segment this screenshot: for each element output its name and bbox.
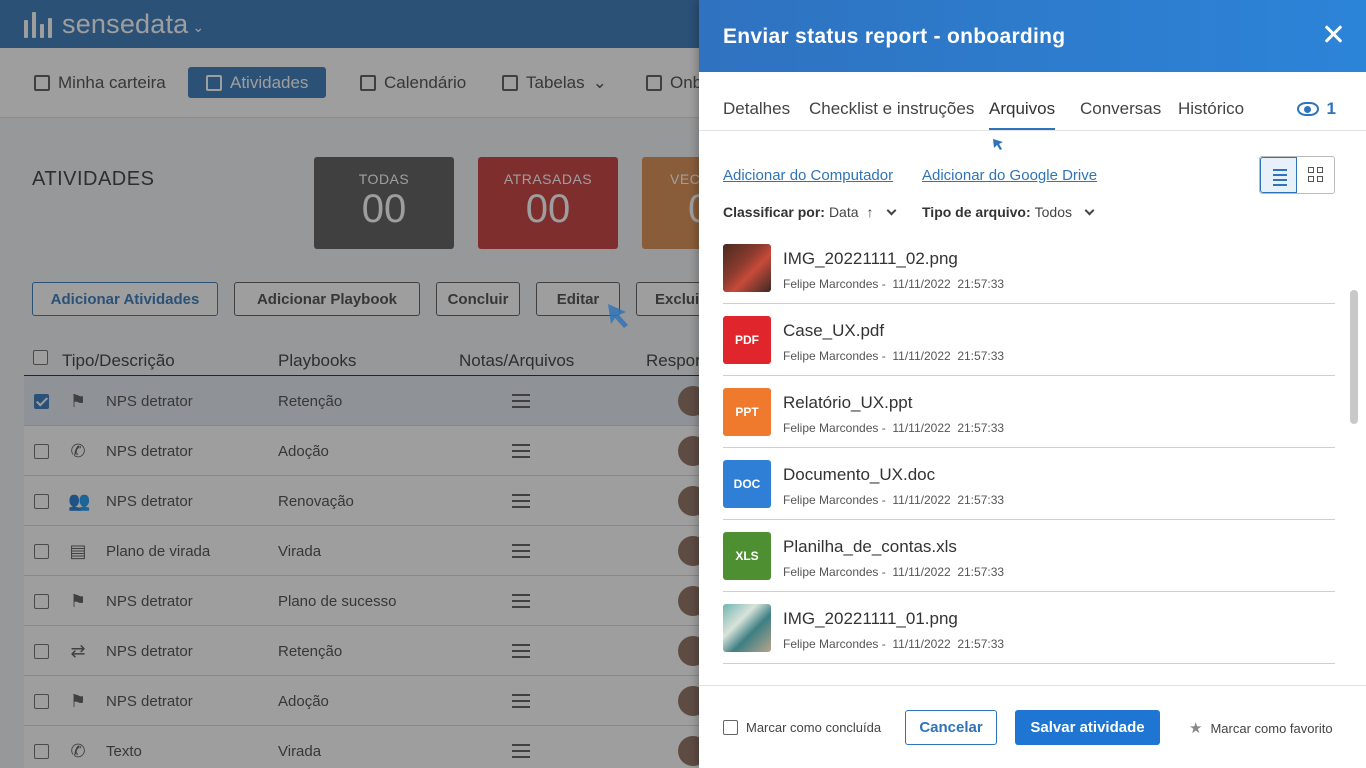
eye-icon [1296,102,1319,116]
tab-checklist[interactable]: Checklist e instruções [809,99,974,128]
watchers-count: 1 [1326,99,1336,118]
chevron-down-icon [886,205,896,215]
image-thumbnail[interactable] [723,604,771,652]
favorite-label: Marcar como favorito [1210,720,1333,736]
file-meta: Felipe Marcondes - 11/11/2022 21:57:33 [783,493,1004,507]
file-type-filter[interactable]: Tipo de arquivo: Todos [922,204,1095,220]
sort-value: Data [828,204,859,220]
file-meta: Felipe Marcondes - 11/11/2022 21:57:33 [783,277,1004,291]
file-author: Felipe Marcondes - [783,421,886,435]
file-meta: Felipe Marcondes - 11/11/2022 21:57:33 [783,637,1004,651]
file-author: Felipe Marcondes - [783,493,886,507]
type-value: Todos [1034,204,1072,220]
xls-file-icon[interactable]: XLS [723,532,771,580]
file-list-scrollbar[interactable] [1350,290,1358,424]
doc-file-icon[interactable]: DOC [723,460,771,508]
tab-conversas[interactable]: Conversas [1080,99,1161,128]
file-date: 11/11/2022 21:57:33 [892,637,1005,651]
tab-historico[interactable]: Histórico [1178,99,1244,128]
file-author: Felipe Marcondes - [783,349,886,363]
mark-done-checkbox[interactable] [723,720,738,735]
file-name[interactable]: Documento_UX.doc [783,465,935,485]
cursor-arrow-icon [608,304,628,328]
tab-detalhes[interactable]: Detalhes [723,99,790,128]
cancel-button[interactable]: Cancelar [905,710,997,745]
view-toggle [1259,156,1335,194]
file-meta: Felipe Marcondes - 11/11/2022 21:57:33 [783,565,1004,579]
file-item[interactable]: PPT Relatório_UX.ppt Felipe Marcondes - 11… [723,376,1335,448]
type-label: Tipo de arquivo: [922,204,1031,220]
file-name[interactable]: Case_UX.pdf [783,321,884,341]
list-view-icon[interactable] [1260,157,1298,193]
sort-direction-icon[interactable]: ↑ [867,204,874,220]
file-list: IMG_20221111_02.png Felipe Marcondes - 11… [723,232,1335,664]
grid-view-icon[interactable] [1297,157,1334,193]
image-thumbnail[interactable] [723,244,771,292]
pdf-file-icon[interactable]: PDF [723,316,771,364]
watchers-button[interactable]: 1 [1296,99,1336,119]
file-item[interactable]: PDF Case_UX.pdf Felipe Marcondes - 11/11/2… [723,304,1335,376]
star-icon: ★ [1189,720,1203,737]
file-item[interactable]: XLS Planilha_de_contas.xls Felipe Marconde… [723,520,1335,592]
ppt-file-icon[interactable]: PPT [723,388,771,436]
mark-done-label[interactable]: Marcar como concluída [746,720,881,735]
cursor-arrow-icon [993,139,1003,150]
file-author: Felipe Marcondes - [783,277,886,291]
file-author: Felipe Marcondes - [783,565,886,579]
tab-arquivos[interactable]: Arquivos [989,99,1056,130]
file-date: 11/11/2022 21:57:33 [892,277,1005,291]
add-from-drive-link[interactable]: Adicionar do Google Drive [922,167,1097,184]
file-date: 11/11/2022 21:57:33 [892,421,1005,435]
status-report-drawer: Enviar status report - onboarding Detalh… [699,0,1366,768]
drawer-footer: Marcar como concluída Cancelar Salvar at… [699,685,1366,768]
drawer-header: Enviar status report - onboarding [699,0,1366,72]
file-item[interactable]: IMG_20221111_01.png Felipe Marcondes - 11… [723,592,1335,664]
file-name[interactable]: Planilha_de_contas.xls [783,537,957,557]
file-date: 11/11/2022 21:57:33 [892,565,1005,579]
file-date: 11/11/2022 21:57:33 [892,493,1005,507]
drawer-title: Enviar status report - onboarding [723,25,1066,48]
file-name[interactable]: IMG_20221111_02.png [783,249,958,269]
favorite-button[interactable]: ★ Marcar como favorito [1189,719,1333,737]
app-root: sensedata ⌄ Minha carteira Atividades Ca… [0,0,1366,768]
file-item[interactable]: DOC Documento_UX.doc Felipe Marcondes - 11… [723,448,1335,520]
save-activity-button[interactable]: Salvar atividade [1015,710,1160,745]
sort-control[interactable]: Classificar por: Data ↑ [723,204,896,220]
chevron-down-icon [1084,205,1095,215]
file-date: 11/11/2022 21:57:33 [892,349,1005,363]
file-meta: Felipe Marcondes - 11/11/2022 21:57:33 [783,349,1004,363]
file-name[interactable]: Relatório_UX.ppt [783,393,912,413]
add-from-computer-link[interactable]: Adicionar do Computador [723,167,893,184]
file-meta: Felipe Marcondes - 11/11/2022 21:57:33 [783,421,1004,435]
file-name[interactable]: IMG_20221111_01.png [783,609,958,629]
sort-label: Classificar por: [723,204,825,220]
drawer-tabs: Detalhes Checklist e instruções Arquivos… [699,72,1366,131]
file-author: Felipe Marcondes - [783,637,886,651]
file-item[interactable]: IMG_20221111_02.png Felipe Marcondes - 11… [723,232,1335,304]
close-icon[interactable] [1322,23,1344,45]
